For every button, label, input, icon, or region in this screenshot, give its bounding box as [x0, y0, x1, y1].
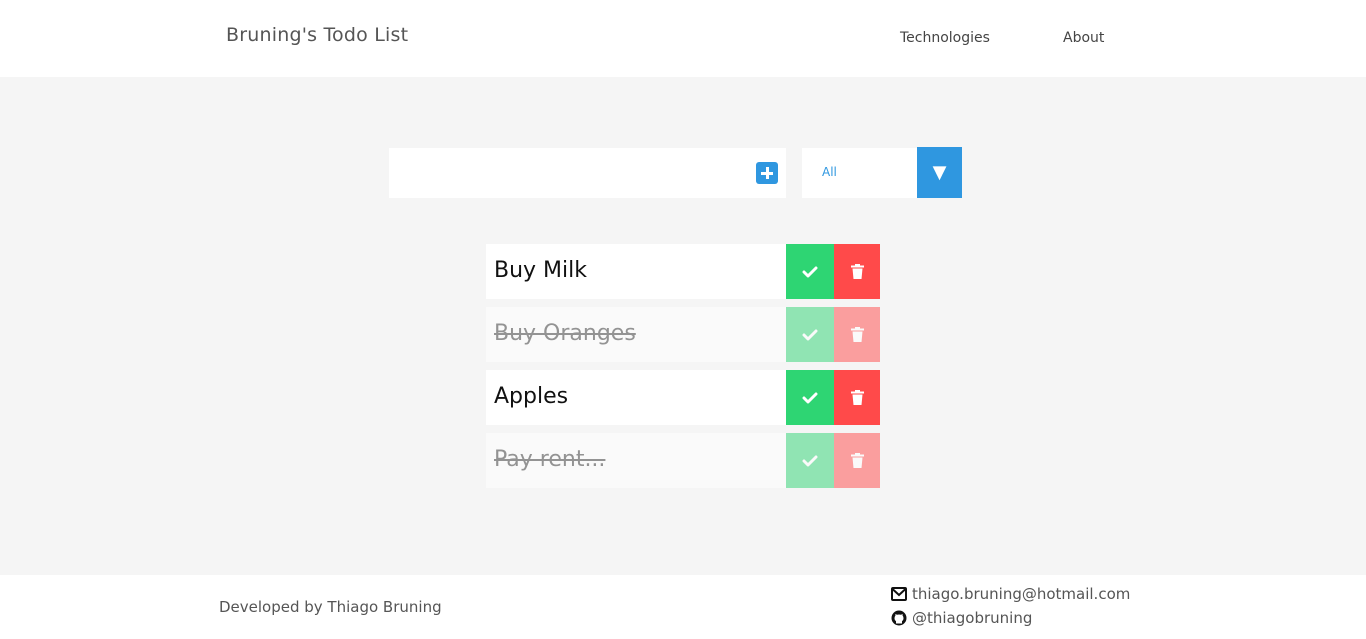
trash-icon — [850, 264, 864, 279]
nav-about-link[interactable]: About — [1063, 30, 1104, 46]
todo-list: Buy Milk Buy Oranges Apples Pay rent... — [486, 244, 880, 496]
filter-selected-value: All — [822, 165, 837, 179]
delete-todo-button[interactable] — [834, 370, 880, 425]
brand-title[interactable]: Bruning's Todo List — [226, 24, 408, 46]
github-icon — [891, 610, 907, 626]
complete-todo-button[interactable] — [786, 244, 834, 299]
add-todo-button[interactable] — [756, 162, 778, 184]
trash-icon — [850, 390, 864, 405]
todo-text: Buy Oranges — [494, 321, 636, 346]
todo-input[interactable] — [389, 148, 749, 198]
delete-todo-button[interactable] — [834, 244, 880, 299]
trash-icon — [850, 453, 864, 468]
check-icon — [802, 266, 818, 277]
todo-input-container — [389, 148, 786, 198]
todo-text: Pay rent... — [494, 447, 606, 472]
envelope-icon — [891, 587, 907, 601]
trash-icon — [850, 327, 864, 342]
check-icon — [802, 455, 818, 466]
delete-todo-button[interactable] — [834, 307, 880, 362]
contact-github[interactable]: @thiagobruning — [891, 609, 1032, 627]
complete-todo-button[interactable] — [786, 307, 834, 362]
contact-email[interactable]: thiago.bruning@hotmail.com — [891, 585, 1130, 603]
developer-credit: Developed by Thiago Bruning — [219, 598, 442, 616]
complete-todo-button[interactable] — [786, 433, 834, 488]
nav-technologies-link[interactable]: Technologies — [900, 30, 990, 46]
complete-todo-button[interactable] — [786, 370, 834, 425]
todo-text: Apples — [494, 384, 569, 409]
todo-item: Apples — [486, 370, 880, 425]
footer: Developed by Thiago Bruning thiago.bruni… — [0, 575, 1366, 639]
top-navbar: Bruning's Todo List Technologies About — [0, 0, 1366, 77]
github-handle[interactable]: @thiagobruning — [912, 609, 1032, 627]
dropdown-arrow-icon[interactable]: ▼ — [917, 147, 962, 198]
delete-todo-button[interactable] — [834, 433, 880, 488]
todo-item: Buy Milk — [486, 244, 880, 299]
check-icon — [802, 329, 818, 340]
todo-text: Buy Milk — [494, 258, 587, 283]
todo-item: Pay rent... — [486, 433, 880, 488]
check-icon — [802, 392, 818, 403]
todo-item: Buy Oranges — [486, 307, 880, 362]
email-text[interactable]: thiago.bruning@hotmail.com — [912, 585, 1130, 603]
